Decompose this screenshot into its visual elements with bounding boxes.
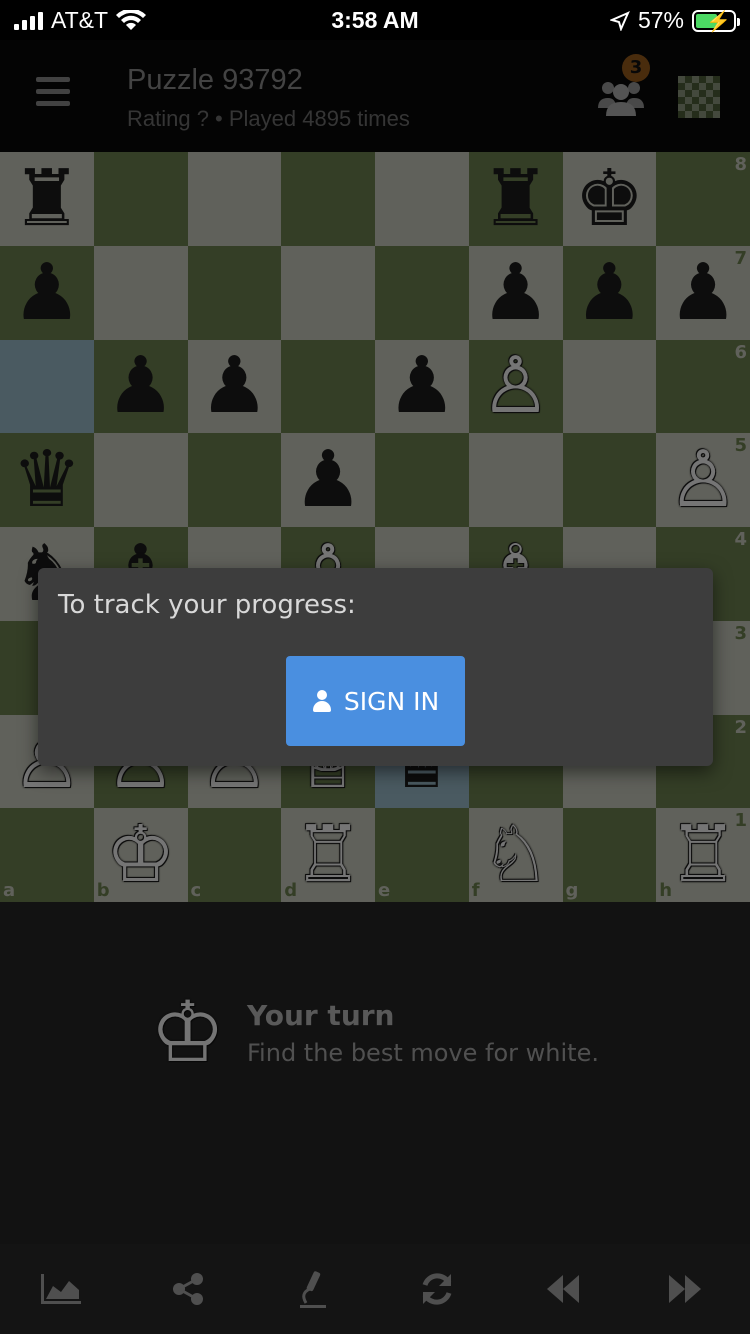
- square-g6[interactable]: [562, 339, 657, 434]
- rank-label: 4: [734, 529, 747, 550]
- battery-percent: 57%: [637, 7, 684, 33]
- square-b8[interactable]: [93, 152, 188, 246]
- sign-in-dialog: To track your progress: SIGN IN: [38, 568, 713, 766]
- piece-f7[interactable]: ♟: [469, 246, 563, 340]
- white-king-icon: ♔: [150, 983, 226, 1081]
- square-c7[interactable]: [187, 245, 282, 340]
- piece-f8[interactable]: ♜: [469, 152, 563, 246]
- square-c1[interactable]: c: [187, 808, 282, 902]
- location-arrow-icon: [609, 10, 630, 31]
- chess-board[interactable]: 8765432abcdefg1h♜♜♚♟♟♟♟♟♟♟♙♛♟♙♞♝♙♗♙♙♙♕♛♔…: [0, 152, 750, 902]
- square-c5[interactable]: [187, 433, 282, 527]
- rewind-icon[interactable]: [538, 1266, 588, 1312]
- user-icon: [312, 690, 332, 712]
- puzzle-stats: Rating ? • Played 4895 times: [127, 106, 410, 131]
- square-e1[interactable]: e: [375, 808, 469, 902]
- square-c8[interactable]: [187, 152, 282, 246]
- sign-in-button[interactable]: SIGN IN: [286, 656, 465, 746]
- square-d7[interactable]: [281, 245, 375, 340]
- square-e5[interactable]: [375, 433, 469, 527]
- square-g1[interactable]: g: [562, 808, 657, 902]
- status-right: 57% ⚡: [609, 7, 740, 34]
- piece-h7[interactable]: ♟: [656, 246, 750, 340]
- turn-panel: ♔ Your turn Find the best move for white…: [0, 902, 750, 1244]
- piece-f6[interactable]: ♙: [469, 340, 563, 434]
- piece-d5[interactable]: ♟: [281, 433, 375, 527]
- square-a6[interactable]: [0, 339, 94, 434]
- square-e7[interactable]: [375, 245, 469, 340]
- bottom-toolbar: [0, 1244, 750, 1334]
- page-title: Puzzle 93792: [127, 64, 303, 96]
- chart-icon[interactable]: [36, 1266, 86, 1312]
- piece-f1[interactable]: ♘: [469, 808, 563, 902]
- piece-b1[interactable]: ♔: [94, 808, 188, 902]
- square-e8[interactable]: [375, 152, 469, 246]
- square-b5[interactable]: [93, 433, 188, 527]
- turn-instruction: Find the best move for white.: [247, 1039, 599, 1067]
- square-d6[interactable]: [281, 339, 375, 434]
- status-bar: AT&T 3:58 AM 57% ⚡: [0, 0, 750, 40]
- file-label: a: [3, 880, 16, 901]
- rank-label: 8: [734, 154, 747, 175]
- square-g5[interactable]: [562, 433, 657, 527]
- file-label: e: [378, 880, 391, 901]
- square-d8[interactable]: [281, 152, 375, 246]
- piece-g7[interactable]: ♟: [563, 246, 657, 340]
- refresh-icon[interactable]: [412, 1266, 462, 1312]
- rank-label: 3: [734, 622, 747, 644]
- board-icon[interactable]: [678, 76, 720, 118]
- piece-a5[interactable]: ♛: [0, 433, 94, 527]
- square-b7[interactable]: [93, 245, 188, 340]
- piece-b6[interactable]: ♟: [94, 340, 188, 434]
- piece-g8[interactable]: ♚: [563, 152, 657, 246]
- piece-c6[interactable]: ♟: [188, 340, 282, 434]
- menu-icon[interactable]: [36, 77, 70, 109]
- analysis-icon[interactable]: [288, 1266, 338, 1312]
- rank-label: 2: [734, 716, 747, 738]
- players-count-badge: 3: [622, 54, 650, 82]
- square-h8[interactable]: 8: [656, 152, 750, 246]
- square-h6[interactable]: 6: [656, 339, 750, 434]
- sign-in-label: SIGN IN: [343, 686, 440, 716]
- piece-h5[interactable]: ♙: [656, 433, 750, 527]
- piece-e6[interactable]: ♟: [375, 340, 469, 434]
- turn-title: Your turn: [247, 999, 395, 1032]
- piece-h1[interactable]: ♖: [656, 808, 750, 902]
- file-label: c: [190, 880, 202, 901]
- piece-a8[interactable]: ♜: [0, 152, 94, 246]
- piece-a7[interactable]: ♟: [0, 246, 94, 340]
- dialog-message: To track your progress:: [58, 590, 356, 620]
- square-f5[interactable]: [468, 433, 563, 527]
- piece-d1[interactable]: ♖: [281, 808, 375, 902]
- square-a1[interactable]: a: [0, 808, 94, 902]
- fast-forward-icon[interactable]: [660, 1266, 710, 1312]
- file-label: g: [565, 880, 579, 901]
- share-icon[interactable]: [163, 1266, 213, 1312]
- battery-icon: ⚡: [692, 9, 740, 33]
- header: Puzzle 93792 Rating ? • Played 4895 time…: [0, 40, 750, 152]
- rank-label: 6: [734, 341, 747, 363]
